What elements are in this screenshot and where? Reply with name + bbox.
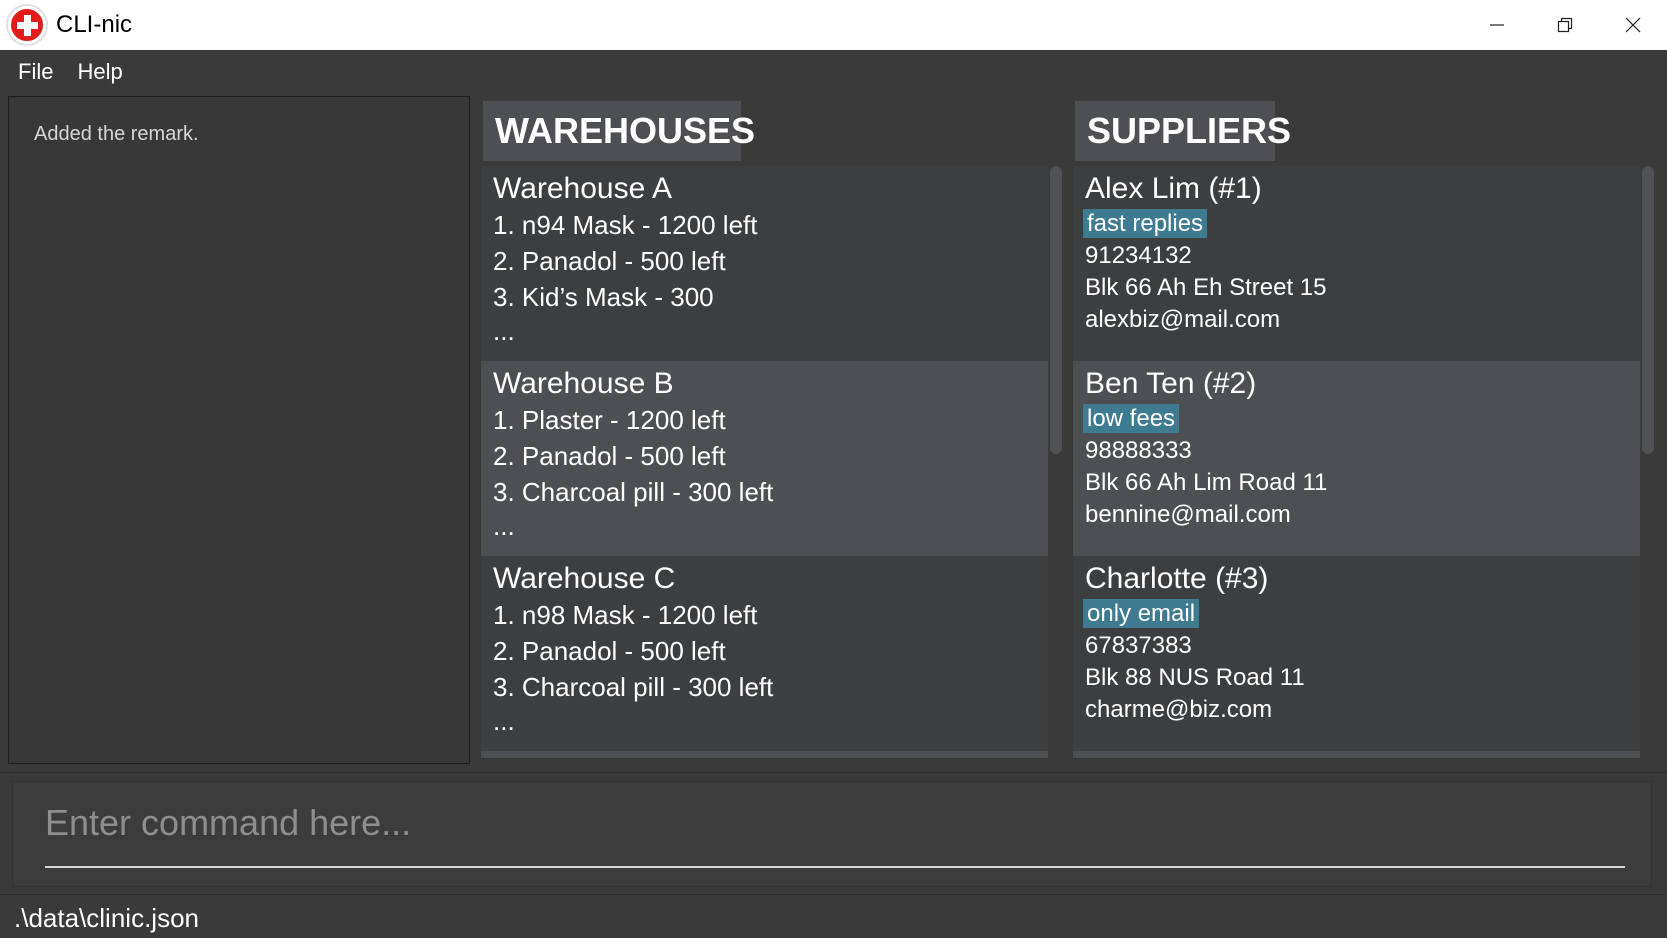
data-file-path: .\data\clinic.json [14, 903, 199, 933]
supplier-tag: fast replies [1083, 209, 1208, 238]
supplier-tag: low fees [1083, 404, 1180, 433]
suppliers-header: SUPPLIERS [1075, 101, 1291, 161]
window-title: CLI-nic [56, 11, 133, 38]
command-box [12, 781, 1652, 887]
restore-icon [1557, 17, 1573, 33]
supplier-phone: 67837383 [1085, 632, 1192, 659]
title-bar: CLI-nic [0, 0, 1667, 50]
supplier-card-partial[interactable] [1073, 751, 1640, 758]
supplier-phone: 91234132 [1085, 242, 1192, 269]
warehouse-card[interactable]: Warehouse C 1. n98 Mask - 1200 left 2. P… [481, 556, 1048, 751]
close-button[interactable] [1599, 0, 1667, 50]
supplier-tag: only email [1083, 599, 1200, 628]
supplier-card[interactable]: Ben Ten (#2) low fees 98888333 Blk 66 Ah… [1073, 361, 1640, 556]
command-area [0, 772, 1667, 894]
supplier-name: Alex Lim (#1) [1085, 172, 1262, 205]
minimize-icon [1490, 24, 1504, 26]
supplier-name: Ben Ten (#2) [1085, 367, 1257, 400]
warehouse-item: 3. Charcoal pill - 300 left [493, 672, 774, 702]
menu-file[interactable]: File [18, 59, 53, 85]
result-message: Added the remark. [34, 123, 199, 145]
menu-help[interactable]: Help [77, 59, 122, 85]
supplier-name: Charlotte (#3) [1085, 562, 1269, 595]
warehouse-name: Warehouse B [493, 367, 674, 400]
warehouse-item: 2. Panadol - 500 left [493, 246, 726, 276]
supplier-card[interactable]: Alex Lim (#1) fast replies 91234132 Blk … [1073, 166, 1640, 361]
supplier-address: Blk 88 NUS Road 11 [1085, 664, 1305, 691]
warehouse-item-more: ... [493, 706, 515, 736]
restore-button[interactable] [1531, 0, 1599, 50]
warehouse-item: 2. Panadol - 500 left [493, 441, 726, 471]
supplier-email: alexbiz@mail.com [1085, 306, 1281, 333]
warehouse-name: Warehouse C [493, 562, 676, 595]
supplier-email: bennine@mail.com [1085, 501, 1291, 528]
warehouse-card-partial[interactable] [481, 751, 1048, 758]
red-cross-icon [6, 4, 48, 46]
warehouse-item: 3. Kid’s Mask - 300 [493, 282, 714, 312]
warehouse-name: Warehouse A [493, 172, 672, 205]
status-bar: .\data\clinic.json [0, 894, 1667, 938]
warehouse-item-more: ... [493, 511, 515, 541]
warehouse-card[interactable]: Warehouse A 1. n94 Mask - 1200 left 2. P… [481, 166, 1048, 361]
command-underline [45, 866, 1625, 868]
warehouse-item: 1. n94 Mask - 1200 left [493, 210, 758, 240]
supplier-card[interactable]: Charlotte (#3) only email 67837383 Blk 8… [1073, 556, 1640, 751]
supplier-email: charme@biz.com [1085, 696, 1273, 723]
warehouse-item: 2. Panadol - 500 left [493, 636, 726, 666]
supplier-list[interactable]: Alex Lim (#1) fast replies 91234132 Blk … [1073, 166, 1640, 758]
warehouse-item-more: ... [493, 316, 515, 346]
menu-bar: File Help [0, 50, 1667, 93]
warehouse-item: 3. Charcoal pill - 300 left [493, 477, 774, 507]
warehouses-header: WAREHOUSES [483, 101, 755, 161]
supplier-scrollbar[interactable] [1642, 166, 1654, 454]
supplier-address: Blk 66 Ah Lim Road 11 [1085, 469, 1328, 496]
warehouse-list[interactable]: Warehouse A 1. n94 Mask - 1200 left 2. P… [481, 166, 1048, 758]
supplier-phone: 98888333 [1085, 437, 1192, 464]
warehouse-scrollbar[interactable] [1050, 166, 1062, 454]
warehouse-card[interactable]: Warehouse B 1. Plaster - 1200 left 2. Pa… [481, 361, 1048, 556]
minimize-button[interactable] [1463, 0, 1531, 50]
window-controls [1463, 0, 1667, 50]
result-display: Added the remark. [8, 96, 470, 764]
warehouse-item: 1. Plaster - 1200 left [493, 405, 726, 435]
supplier-address: Blk 66 Ah Eh Street 15 [1085, 274, 1327, 301]
command-input[interactable] [45, 796, 1615, 850]
warehouse-item: 1. n98 Mask - 1200 left [493, 600, 758, 630]
close-icon [1625, 17, 1641, 33]
